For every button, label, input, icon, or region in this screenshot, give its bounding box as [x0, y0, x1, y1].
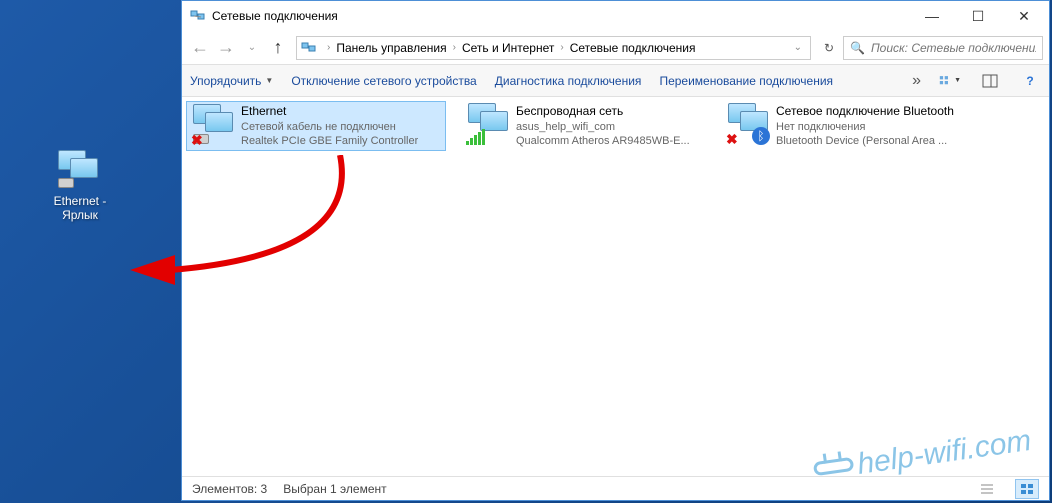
item-status: asus_help_wifi_com: [516, 120, 690, 134]
status-bar: Элементов: 3 Выбран 1 элемент: [182, 476, 1049, 500]
status-selection: Выбран 1 элемент: [283, 482, 386, 496]
navigation-bar: ← → ⌄ ↑ › Панель управления › Сеть и Инт…: [182, 31, 1049, 65]
explorer-window: Сетевые подключения — ☐ ✕ ← → ⌄ ↑ › Пане…: [181, 0, 1050, 501]
connection-item-wifi[interactable]: Беспроводная сеть asus_help_wifi_com Qua…: [462, 101, 722, 151]
network-adapter-icon: ✖: [191, 104, 235, 146]
forward-button[interactable]: →: [214, 36, 238, 60]
item-device: Realtek PCIe GBE Family Controller: [241, 134, 418, 148]
chevron-right-icon: ›: [327, 42, 330, 53]
network-adapter-icon: ✖ᛒ: [726, 103, 770, 145]
minimize-button[interactable]: —: [909, 2, 955, 30]
breadcrumb-control-panel[interactable]: Панель управления: [334, 41, 448, 55]
preview-pane-button[interactable]: [979, 70, 1001, 92]
network-adapter-icon: [466, 103, 510, 145]
command-bar: Упорядочить▼ Отключение сетевого устройс…: [182, 65, 1049, 97]
view-options-button[interactable]: ▼: [939, 70, 961, 92]
maximize-button[interactable]: ☐: [955, 2, 1001, 30]
search-box[interactable]: 🔍: [843, 36, 1043, 60]
close-button[interactable]: ✕: [1001, 2, 1047, 30]
disable-device-action[interactable]: Отключение сетевого устройства: [291, 74, 476, 88]
item-name: Ethernet: [241, 104, 418, 120]
items-pane[interactable]: ✖ Ethernet Сетевой кабель не подключен R…: [182, 97, 1049, 476]
router-icon: [813, 457, 855, 476]
dropdown-icon[interactable]: ⌄: [794, 42, 802, 53]
chevron-right-icon: ›: [560, 42, 563, 53]
shortcut-label: Ethernet - Ярлык: [40, 194, 120, 223]
diagnose-action[interactable]: Диагностика подключения: [495, 74, 642, 88]
large-icons-view-button[interactable]: [1015, 479, 1039, 499]
location-icon: [301, 40, 317, 56]
up-button[interactable]: ↑: [266, 36, 290, 60]
connection-item-bluetooth[interactable]: ✖ᛒ Сетевое подключение Bluetooth Нет под…: [722, 101, 982, 151]
organize-menu[interactable]: Упорядочить▼: [190, 74, 273, 88]
details-view-button[interactable]: [975, 479, 999, 499]
item-name: Сетевое подключение Bluetooth: [776, 104, 954, 120]
rename-action[interactable]: Переименование подключения: [659, 74, 833, 88]
help-button[interactable]: ?: [1019, 70, 1041, 92]
search-input[interactable]: [871, 41, 1036, 55]
item-device: Qualcomm Atheros AR9485WB-E...: [516, 134, 690, 148]
address-bar[interactable]: › Панель управления › Сеть и Интернет › …: [296, 36, 811, 60]
search-icon: 🔍: [850, 41, 865, 55]
breadcrumb-network-internet[interactable]: Сеть и Интернет: [460, 41, 556, 55]
connection-item-ethernet[interactable]: ✖ Ethernet Сетевой кабель не подключен R…: [186, 101, 446, 151]
more-actions[interactable]: »: [912, 72, 921, 90]
item-status: Сетевой кабель не подключен: [241, 120, 418, 134]
recent-dropdown[interactable]: ⌄: [240, 36, 264, 60]
item-name: Беспроводная сеть: [516, 104, 690, 120]
chevron-down-icon: ▼: [265, 76, 273, 85]
chevron-right-icon: ›: [453, 42, 456, 53]
back-button[interactable]: ←: [188, 36, 212, 60]
desktop-shortcut-ethernet[interactable]: Ethernet - Ярлык: [40, 150, 120, 223]
item-status: Нет подключения: [776, 120, 954, 134]
network-adapter-icon: [56, 150, 104, 190]
status-item-count: Элементов: 3: [192, 482, 267, 496]
app-icon: [190, 8, 206, 24]
titlebar: Сетевые подключения — ☐ ✕: [182, 1, 1049, 31]
breadcrumb-network-connections[interactable]: Сетевые подключения: [568, 41, 698, 55]
window-title: Сетевые подключения: [212, 9, 909, 23]
refresh-button[interactable]: ↻: [817, 36, 841, 60]
item-device: Bluetooth Device (Personal Area ...: [776, 134, 954, 148]
